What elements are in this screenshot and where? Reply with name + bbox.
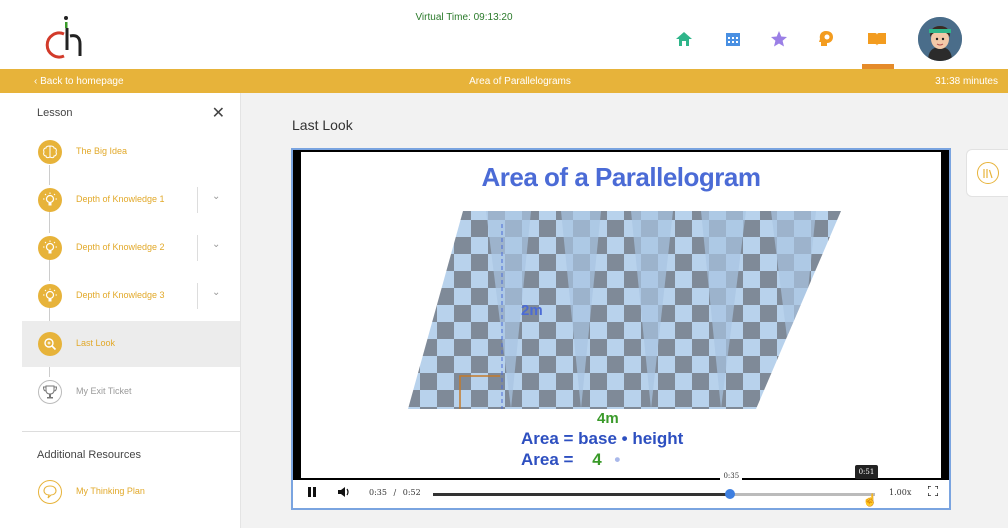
book-icon[interactable] <box>866 28 888 50</box>
chevron-down-icon[interactable]: ⌄ <box>212 191 220 202</box>
base-label: 4m <box>597 410 619 427</box>
formula-prefix: Area = <box>521 450 574 469</box>
sidebar-item-label: Depth of Knowledge 1 <box>76 194 165 204</box>
formula-line-2: Area = 4 • <box>521 450 620 470</box>
lightbulb-icon <box>38 284 62 308</box>
avatar[interactable] <box>918 17 962 61</box>
lesson-title: Area of Parallelograms <box>469 76 571 87</box>
sidebar-item-label: Depth of Knowledge 3 <box>76 290 165 300</box>
thinking-head-icon[interactable] <box>815 28 837 50</box>
app-header: Virtual Time: 09:13:20 <box>0 0 1008 69</box>
video-frame: Area of a Parallelogram 2m 4m Area = bas… <box>301 152 941 478</box>
hand-cursor-icon: ☝ <box>862 493 878 507</box>
chevron-down-icon[interactable]: ⌄ <box>212 287 220 298</box>
height-label: 2m <box>521 302 543 319</box>
current-time: 0:35 <box>369 488 387 497</box>
time-separator: / <box>393 488 397 497</box>
sidebar-item-dok1[interactable]: Depth of Knowledge 1 ⌄ <box>22 177 240 223</box>
additional-resources-title: Additional Resources <box>37 449 141 461</box>
page-title: Last Look <box>292 117 353 133</box>
lightbulb-icon <box>38 236 62 260</box>
sidebar-item-label: My Thinking Plan <box>76 486 145 496</box>
calendar-icon[interactable] <box>722 28 744 50</box>
pause-icon[interactable] <box>307 486 317 501</box>
progress-handle[interactable] <box>725 489 736 499</box>
divider <box>197 187 198 213</box>
lesson-sidebar: Lesson ✕ The Big Idea Depth of Knowledge… <box>22 93 241 528</box>
playback-speed[interactable]: 1.00x <box>889 488 911 497</box>
sidebar-item-label: Depth of Knowledge 2 <box>76 242 165 252</box>
video-controls: 0:35 / 0:52 ☝ 1.00x <box>293 480 949 508</box>
progress-fill <box>433 493 731 496</box>
lesson-bar: ‹ Back to homepage Area of Parallelogram… <box>0 69 1008 93</box>
divider <box>197 283 198 309</box>
volume-icon[interactable] <box>337 486 351 501</box>
formula-value: 4 <box>592 450 602 469</box>
hover-time-tooltip: 0:51 <box>854 465 879 479</box>
formula-line-1: Area = base • height <box>521 429 684 448</box>
divider <box>197 235 198 261</box>
sidebar-item-exit-ticket[interactable]: My Exit Ticket <box>22 369 240 415</box>
time-remaining: 31:38 minutes <box>935 76 998 87</box>
chevron-down-icon[interactable]: ⌄ <box>212 239 220 250</box>
home-icon[interactable] <box>673 28 695 50</box>
magnifier-icon <box>38 332 62 356</box>
divider <box>22 431 240 432</box>
sidebar-item-dok2[interactable]: Depth of Knowledge 2 ⌄ <box>22 225 240 271</box>
duration: 0:52 <box>402 488 421 497</box>
trophy-icon <box>38 380 62 404</box>
virtual-time: Virtual Time: 09:13:20 <box>415 12 513 23</box>
resources-tab[interactable] <box>966 149 1008 197</box>
sidebar-title: Lesson <box>37 107 73 119</box>
formula-bullet: • <box>614 450 621 469</box>
fullscreen-icon[interactable] <box>927 485 939 499</box>
main-content: Last Look Area of a Parallelogram 2m 4m … <box>241 93 1008 528</box>
sidebar-item-thinking-plan[interactable]: My Thinking Plan <box>22 469 240 515</box>
brain-icon <box>38 140 62 164</box>
lightbulb-icon <box>38 188 62 212</box>
video-player[interactable]: Area of a Parallelogram 2m 4m Area = bas… <box>291 148 951 510</box>
sidebar-item-label: My Exit Ticket <box>76 386 132 396</box>
sidebar-item-label: Last Look <box>76 338 116 348</box>
sidebar-item-big-idea[interactable]: The Big Idea <box>22 129 240 175</box>
star-icon[interactable] <box>768 28 790 50</box>
sidebar-item-dok3[interactable]: Depth of Knowledge 3 ⌄ <box>22 273 240 319</box>
time-readout: 0:35 / 0:52 <box>369 488 421 497</box>
sidebar-item-label: The Big Idea <box>76 146 128 156</box>
thought-bubble-icon <box>38 480 62 504</box>
sidebar-item-last-look[interactable]: Last Look <box>22 321 240 367</box>
library-books-icon <box>977 162 999 184</box>
close-icon[interactable]: ✕ <box>212 103 225 123</box>
progress-bar[interactable]: ☝ <box>433 489 878 507</box>
